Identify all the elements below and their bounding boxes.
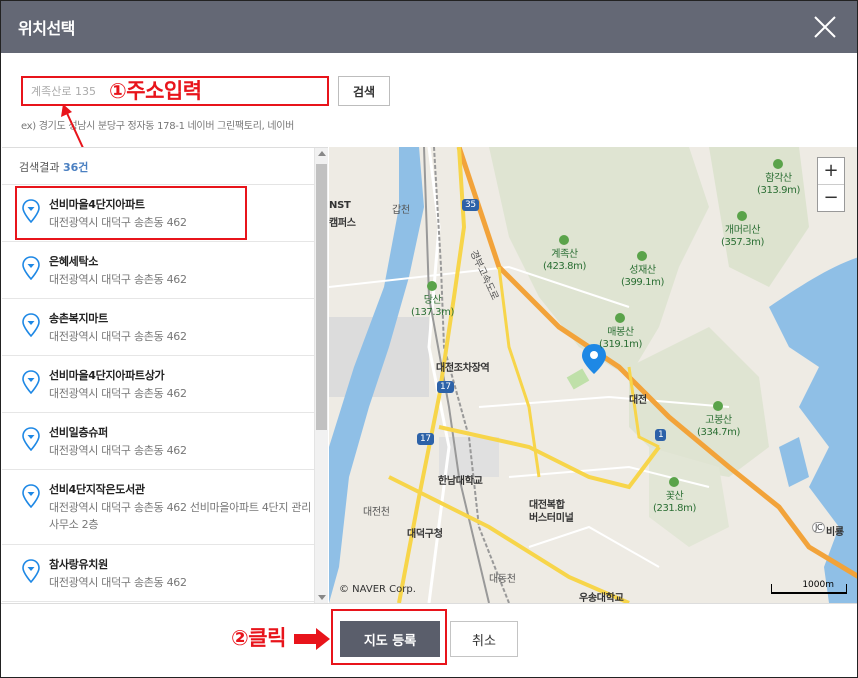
annotation-step2: ②클릭	[231, 626, 286, 650]
result-address: 대전광역시 대덕구 송촌동 462 선비마을아파트 4단지 관리사무소 2층	[49, 501, 312, 531]
cancel-button[interactable]: 취소	[450, 621, 518, 657]
results-scrollbar[interactable]	[314, 148, 328, 604]
map-pin-icon	[22, 559, 40, 583]
map-zoom-control: + −	[817, 157, 845, 212]
close-icon[interactable]	[813, 15, 837, 39]
result-address: 대전광역시 대덕구 송촌동 462	[49, 273, 187, 286]
map-label-gapcheon: 갑천	[392, 205, 410, 216]
map-pin-icon	[22, 313, 40, 337]
zoom-in-button[interactable]: +	[818, 158, 844, 184]
dialog-header: 위치선택	[1, 1, 857, 53]
search-example: ex) 경기도 성남시 분당구 정자동 178-1 네이버 그린팩토리, 네이버	[21, 121, 295, 132]
result-address: 대전광역시 대덕구 송촌동 462	[49, 444, 187, 457]
map-scale: 1000m	[771, 580, 847, 594]
result-name: 은혜세탁소	[49, 255, 99, 268]
location-dialog: 위치선택 ①주소입력 검색 ex) 경기도 성남시 분당구 정자동 178-1 …	[0, 0, 858, 678]
map-register-button[interactable]: 지도 등록	[340, 621, 440, 657]
result-address: 대전광역시 대덕구 송촌동 462	[49, 576, 187, 589]
dialog-title: 위치선택	[18, 19, 75, 38]
result-name: 송촌복지마트	[49, 312, 108, 325]
result-name: 참사랑유치원	[49, 558, 108, 571]
map-view[interactable]: 35 17 17 1 JC NST 캠퍼스 갑천 경부고속도로 대전조차장역 대…	[329, 147, 857, 603]
mountain-label: 계족산 (423.8m)	[543, 235, 586, 273]
map-label-nst: NST	[329, 200, 351, 211]
map-pin-icon	[22, 370, 40, 394]
result-item[interactable]: 은혜세탁소대전광역시 대덕구 송촌동 462	[2, 242, 314, 299]
map-label-ic: 대전	[629, 395, 647, 406]
map-label-daejeoncheon: 대전천	[363, 507, 390, 518]
mountain-label: 성재산 (399.1m)	[621, 251, 664, 289]
route35-shield: 35	[462, 199, 479, 211]
result-item[interactable]: 송촌복지마트대전광역시 대덕구 송촌동 462	[2, 299, 314, 356]
result-item[interactable]: 선비일층슈퍼대전광역시 대덕구 송촌동 462	[2, 413, 314, 470]
mountain-label: 당산 (137.3m)	[411, 281, 454, 319]
map-label-terminal2: 버스터미널	[529, 513, 574, 524]
result-item[interactable]: 선비마을4단지아파트대전광역시 대덕구 송촌동 462	[2, 185, 314, 242]
map-label-campus: 캠퍼스	[329, 218, 356, 229]
jc-badge: JC	[812, 522, 826, 533]
results-count: 36건	[62, 161, 89, 174]
map-label-hannam: 한남대학교	[438, 476, 483, 487]
results-panel: 검색결과 36건 선비마을4단지아파트 대전광역시 대덕구 송촌동 462 은혜세탁…	[2, 147, 328, 604]
results-header: 검색결과 36건	[2, 148, 314, 185]
mountain-label: 고봉산 (334.7m)	[697, 401, 740, 439]
scroll-thumb[interactable]	[316, 164, 327, 430]
result-address: 대전광역시 대덕구 송촌동 462	[49, 387, 187, 400]
annotation-arrow-2	[294, 628, 330, 650]
route17a-shield: 17	[437, 381, 454, 393]
map-scale-label: 1000m	[802, 580, 834, 590]
result-item[interactable]: 선비마을4단지아파트상가대전광역시 대덕구 송촌동 462	[2, 356, 314, 413]
result-address: 대전광역시 대덕구 송촌동 462	[49, 216, 187, 229]
map-pin-icon	[22, 484, 40, 508]
map-label-biryong: 비룡	[826, 527, 844, 538]
result-name: 선비일층슈퍼	[49, 426, 108, 439]
zoom-out-button[interactable]: −	[818, 184, 844, 211]
result-item[interactable]: 선비4단지작은도서관대전광역시 대덕구 송촌동 462 선비마을아파트 4단지 …	[2, 470, 314, 545]
scroll-down-icon[interactable]	[318, 595, 326, 600]
route1-shield: 1	[655, 429, 667, 441]
results-list: 선비마을4단지아파트 대전광역시 대덕구 송촌동 462 은혜세탁소 대전광역시 대덕…	[2, 185, 314, 602]
scroll-up-icon[interactable]	[318, 151, 326, 156]
result-name: 선비마을4단지아파트	[49, 198, 145, 211]
mountain-label: 함각산 (313.9m)	[757, 159, 800, 197]
map-pin-icon	[22, 427, 40, 451]
result-name: 선비마을4단지아파트상가	[49, 369, 165, 382]
mountain-label: 매봉산 (319.1m)	[599, 313, 642, 351]
mountain-label: 개머리산 (357.3m)	[721, 211, 764, 249]
search-button[interactable]: 검색	[338, 76, 390, 106]
map-copyright: © NAVER Corp.	[339, 584, 416, 595]
map-label-daedongcheon: 대동천	[489, 574, 516, 585]
result-name: 선비4단지작은도서관	[49, 483, 145, 496]
map-pin-icon	[22, 256, 40, 280]
results-label: 검색결과	[19, 161, 60, 174]
map-label-station: 대전조차장역	[436, 363, 490, 374]
mountain-label: 꽃산 (231.8m)	[653, 477, 696, 515]
map-pin-icon	[22, 199, 40, 223]
annotation-step1: ①주소입력	[109, 79, 202, 103]
map-label-daedeok: 대덕구청	[407, 529, 443, 540]
route17b-shield: 17	[417, 433, 434, 445]
result-item[interactable]: 참사랑유치원대전광역시 대덕구 송촌동 462	[2, 545, 314, 602]
result-address: 대전광역시 대덕구 송촌동 462	[49, 330, 187, 343]
map-label-woosong: 우송대학교	[579, 593, 624, 603]
